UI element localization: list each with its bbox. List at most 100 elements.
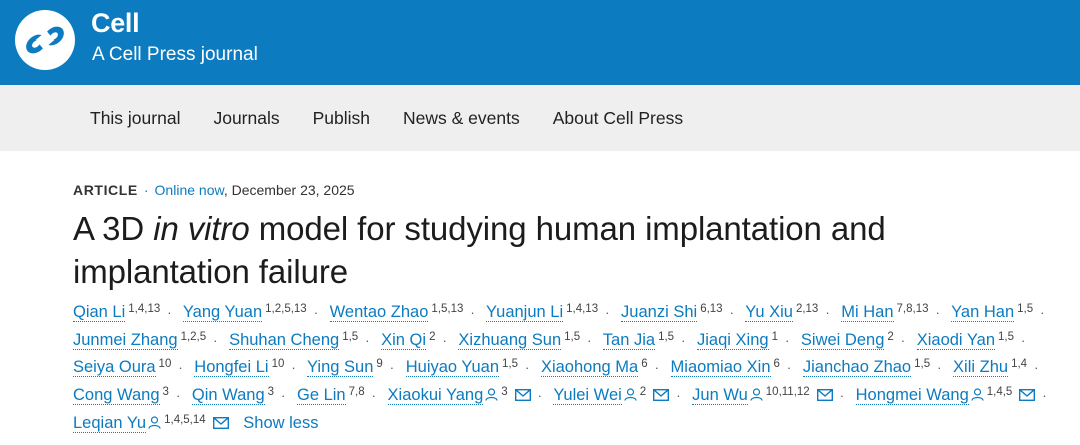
author-item: Yang Yuan 1,2,5,13 ·	[182, 303, 325, 322]
author-name[interactable]: Jianchao Zhao	[802, 358, 912, 378]
author-name[interactable]: Huiyao Yuan	[405, 358, 500, 378]
author-item: Yan Han 1,5 ·	[951, 303, 1051, 322]
author-affiliation: 3	[501, 386, 508, 399]
author-separator: ·	[470, 305, 475, 320]
author-affiliation: 2,13	[795, 303, 819, 315]
author-separator: ·	[605, 305, 610, 320]
author-separator: ·	[281, 388, 286, 404]
author-name[interactable]: Leqian Yu	[73, 413, 147, 433]
author-separator: ·	[178, 360, 183, 376]
author-item: Miaomiao Xin 6 ·	[670, 358, 799, 378]
author-separator: ·	[937, 360, 942, 376]
author-name[interactable]: Yu Xiu	[745, 303, 793, 322]
author-name[interactable]: Seiya Oura	[73, 358, 156, 378]
author-name[interactable]: Qian Li	[73, 303, 126, 322]
author-name[interactable]: Yuanjun Li	[486, 303, 564, 322]
nav-this-journal[interactable]: This journal	[90, 108, 180, 129]
article-meta: ARTICLE · Online now, December 23, 2025	[73, 182, 1080, 198]
author-item: Qian Li 1,4,13 ·	[73, 303, 179, 322]
author-name[interactable]: Xili Zhu	[953, 358, 1009, 378]
author-item: Leqian Yu 1,4,5,14	[73, 413, 229, 433]
author-name[interactable]: Jun Wu	[692, 386, 748, 406]
author-item: Ying Sun 9 ·	[307, 358, 401, 378]
author-separator: ·	[676, 388, 681, 404]
author-affiliation: 1,2,5	[180, 330, 207, 343]
author-name[interactable]: Ge Lin	[296, 386, 346, 406]
mail-icon[interactable]	[1019, 389, 1036, 402]
author-separator: ·	[1042, 388, 1047, 404]
author-separator: ·	[786, 360, 792, 376]
author-name[interactable]: Siwei Deng	[800, 330, 885, 350]
author-name[interactable]: Yulei Wei	[553, 386, 622, 406]
article-type: ARTICLE	[73, 182, 138, 198]
author-name[interactable]: Xiaohong Ma	[540, 358, 639, 378]
author-item: Mi Han 7,8,13 ·	[841, 303, 947, 322]
mail-icon[interactable]	[514, 389, 531, 402]
author-affiliation: 1,5	[342, 330, 359, 343]
author-item: Xiaokui Yang 3 ·	[387, 386, 549, 406]
author-separator: ·	[839, 388, 845, 404]
author-item: Huiyao Yuan 1,5 ·	[405, 358, 537, 378]
article-header: ARTICLE · Online now, December 23, 2025 A …	[0, 182, 1080, 437]
author-affiliation: 1,4,13	[128, 303, 161, 315]
author-affiliation: 6	[773, 358, 780, 371]
author-name[interactable]: Tan Jia	[602, 330, 656, 350]
mail-icon[interactable]	[212, 416, 229, 429]
author-name[interactable]: Xizhuang Sun	[458, 330, 562, 350]
author-name[interactable]: Ying Sun	[307, 358, 374, 378]
brand-subtitle: A Cell Press journal	[92, 44, 258, 65]
author-affiliation: 3	[267, 386, 275, 399]
author-item: Tan Jia 1,5 ·	[602, 330, 693, 350]
author-item: Ge Lin 7,8 ·	[296, 386, 383, 406]
author-name[interactable]: Xin Qi	[381, 330, 427, 350]
author-separator: ·	[537, 388, 543, 404]
show-less-button[interactable]: Show less	[243, 414, 318, 432]
author-affiliation: 1,4,5	[986, 386, 1013, 399]
author-separator: ·	[291, 360, 296, 376]
author-separator: ·	[935, 305, 940, 320]
author-separator: ·	[365, 332, 370, 348]
author-name[interactable]: Cong Wang	[73, 386, 160, 406]
author-name[interactable]: Xiaodi Yan	[916, 330, 996, 350]
author-name[interactable]: Hongfei Li	[194, 358, 269, 378]
author-separator: ·	[167, 305, 172, 320]
author-name[interactable]: Xiaokui Yang	[387, 386, 484, 406]
author-item: Hongfei Li 10 ·	[194, 358, 302, 378]
author-name[interactable]: Juanzi Shi	[621, 303, 698, 322]
author-name[interactable]: Shuhan Cheng	[229, 330, 340, 350]
brand-name[interactable]: Cell	[91, 8, 140, 39]
author-affiliation: 1,4	[1011, 358, 1028, 371]
author-item: Xin Qi 2 ·	[381, 330, 454, 350]
author-separator: ·	[825, 305, 830, 320]
author-name[interactable]: Mi Han	[841, 303, 894, 322]
author-separator: ·	[525, 360, 530, 376]
nav-publish[interactable]: Publish	[313, 108, 370, 129]
author-name[interactable]: Miaomiao Xin	[670, 358, 771, 378]
person-icon	[624, 388, 637, 401]
author-affiliation: 2	[887, 330, 894, 343]
author-item: Xili Zhu 1,4 ·	[953, 358, 1045, 378]
author-affiliation: 1	[771, 330, 778, 343]
author-name[interactable]: Hongmei Wang	[855, 386, 969, 406]
mail-icon[interactable]	[816, 389, 833, 402]
author-name[interactable]: Wentao Zhao	[329, 303, 429, 322]
author-name[interactable]: Yan Han	[951, 303, 1015, 322]
nav-journals[interactable]: Journals	[213, 108, 279, 129]
author-name[interactable]: Junmei Zhang	[73, 330, 178, 350]
cell-press-logo-icon[interactable]	[14, 9, 76, 71]
author-affiliation: 1,5,13	[431, 303, 464, 315]
author-item: Wentao Zhao 1,5,13 ·	[329, 303, 482, 322]
author-affiliation: 10	[271, 358, 285, 371]
author-item: Shuhan Cheng 1,5 ·	[229, 330, 376, 350]
author-separator: ·	[900, 332, 906, 348]
author-affiliation: 2	[429, 330, 436, 343]
mail-icon[interactable]	[653, 389, 670, 402]
meta-separator: ·	[143, 182, 149, 198]
nav-about-cell-press[interactable]: About Cell Press	[553, 108, 683, 129]
author-name[interactable]: Yang Yuan	[182, 303, 263, 322]
author-name[interactable]: Qin Wang	[191, 386, 265, 406]
nav-news-events[interactable]: News & events	[403, 108, 520, 129]
author-item: Jun Wu 10,11,12 ·	[692, 386, 851, 406]
author-name[interactable]: Jiaqi Xing	[697, 330, 769, 350]
author-item: Jiaqi Xing 1 ·	[697, 330, 796, 350]
